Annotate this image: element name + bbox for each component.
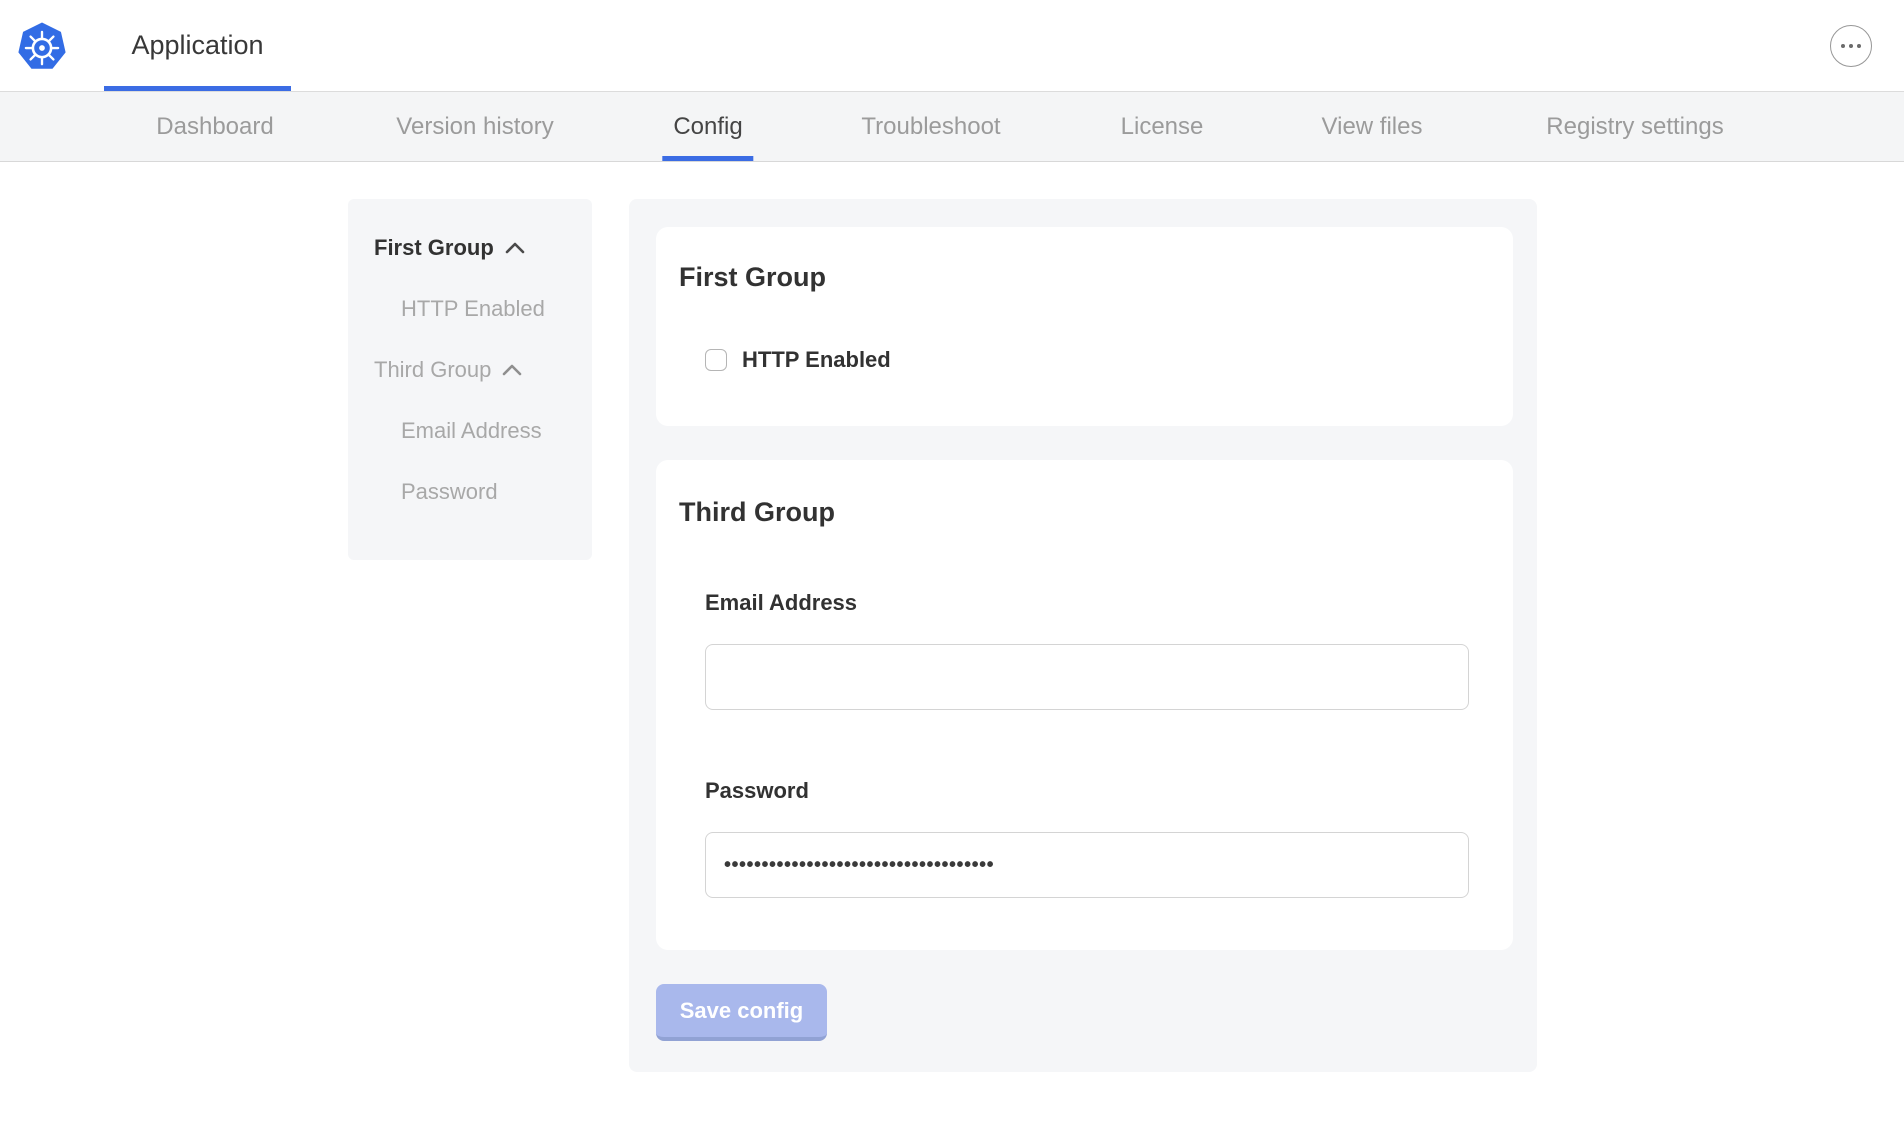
save-config-button[interactable]: Save config — [656, 984, 827, 1041]
sidebar-group-third-group[interactable]: Third Group — [348, 357, 592, 383]
tab-registry-settings[interactable]: Registry settings — [1535, 92, 1734, 161]
ellipsis-icon — [1841, 44, 1846, 49]
group-title: First Group — [679, 261, 1469, 293]
group-title: Third Group — [679, 496, 1469, 528]
email-address-input[interactable] — [705, 644, 1469, 710]
password-input[interactable] — [705, 832, 1469, 898]
tab-view-files[interactable]: View files — [1311, 92, 1434, 161]
tab-config[interactable]: Config — [662, 92, 753, 161]
checkbox-label: HTTP Enabled — [742, 347, 891, 373]
http-enabled-field: HTTP Enabled — [705, 347, 1469, 373]
tab-troubleshoot[interactable]: Troubleshoot — [850, 92, 1011, 161]
tab-label: Version history — [396, 113, 553, 141]
password-label: Password — [705, 778, 1469, 804]
kubernetes-logo-icon — [16, 21, 68, 73]
sidebar-item-label: Password — [401, 479, 498, 505]
chevron-up-icon[interactable] — [502, 364, 522, 376]
sidebar-item-http-enabled[interactable]: HTTP Enabled — [348, 296, 592, 322]
app-tab-bar: Dashboard Version history Config Trouble… — [0, 92, 1904, 162]
sidebar-item-label: HTTP Enabled — [401, 296, 545, 322]
app-tab-label: Application — [131, 30, 263, 61]
config-group-card-first: First Group HTTP Enabled — [656, 227, 1513, 426]
sidebar-item-password[interactable]: Password — [348, 479, 592, 505]
sidebar-item-label: Email Address — [401, 418, 542, 444]
chevron-up-icon[interactable] — [505, 242, 525, 254]
config-panel: First Group HTTP Enabled Third Group Ema… — [629, 199, 1537, 1072]
config-nav-sidebar: First Group HTTP Enabled Third Group Ema… — [348, 199, 592, 560]
tab-dashboard[interactable]: Dashboard — [145, 92, 284, 161]
overflow-menu-button[interactable] — [1830, 25, 1872, 67]
app-header: Application — [0, 0, 1904, 92]
tab-label: View files — [1322, 113, 1423, 141]
tab-application[interactable]: Application — [104, 0, 291, 91]
sidebar-group-first-group[interactable]: First Group — [348, 235, 592, 261]
ellipsis-icon — [1849, 44, 1854, 49]
config-page: First Group HTTP Enabled Third Group Ema… — [0, 162, 1904, 1121]
tab-label: Dashboard — [156, 113, 273, 141]
sidebar-group-label: Third Group — [374, 357, 491, 383]
tab-label: License — [1121, 113, 1204, 141]
tab-version-history[interactable]: Version history — [385, 92, 564, 161]
tab-license[interactable]: License — [1110, 92, 1215, 161]
sidebar-group-label: First Group — [374, 235, 494, 261]
tab-label: Config — [673, 113, 742, 141]
http-enabled-checkbox[interactable] — [705, 349, 727, 371]
tab-label: Registry settings — [1546, 113, 1723, 141]
tab-label: Troubleshoot — [861, 113, 1000, 141]
config-group-card-third: Third Group Email Address Password — [656, 460, 1513, 950]
ellipsis-icon — [1857, 44, 1862, 49]
sidebar-item-email-address[interactable]: Email Address — [348, 418, 592, 444]
email-address-label: Email Address — [705, 590, 1469, 616]
